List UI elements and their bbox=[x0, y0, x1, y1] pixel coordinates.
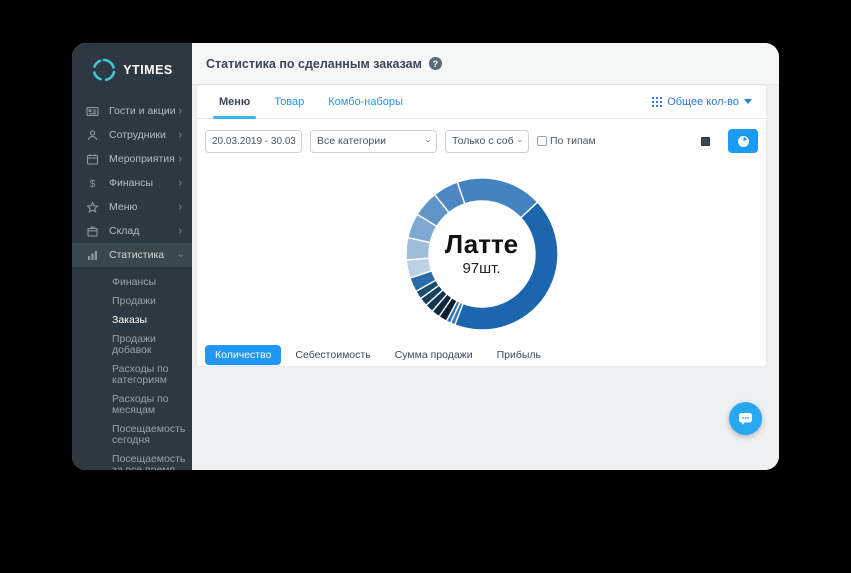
filter-row: Все категории › Только с собой › По типа… bbox=[197, 119, 766, 162]
submenu-item-orders[interactable]: Заказы bbox=[72, 311, 192, 330]
calendar-icon bbox=[86, 153, 99, 166]
star-icon bbox=[86, 200, 99, 214]
sidebar-item-statistics[interactable]: Статистика › bbox=[72, 243, 192, 267]
sidebar-item-guests[interactable]: Гости и акции › bbox=[72, 99, 192, 123]
dollar-icon: $ bbox=[86, 177, 99, 190]
submenu-item-addon-sales[interactable]: Продажи добавок bbox=[72, 330, 192, 360]
id-card-icon bbox=[86, 105, 99, 118]
svg-text:$: $ bbox=[90, 179, 96, 190]
sidebar-item-events[interactable]: Мероприятия › bbox=[72, 147, 192, 171]
sidebar-item-label: Склад bbox=[109, 225, 140, 237]
checkbox-label: По типам bbox=[550, 135, 596, 147]
submenu-item-expenses-by-month[interactable]: Расходы по месяцам bbox=[72, 390, 192, 420]
submenu-item-attendance-all-time[interactable]: Посещаемость за все время bbox=[72, 450, 192, 471]
chevron-down-icon: › bbox=[174, 253, 187, 257]
sidebar-item-label: Мероприятия bbox=[109, 153, 175, 165]
grid-icon bbox=[652, 96, 663, 107]
chevron-right-icon: › bbox=[178, 104, 182, 117]
box-icon bbox=[86, 225, 99, 238]
serving-type-select[interactable]: Только с собой › bbox=[445, 129, 529, 153]
chat-button[interactable] bbox=[729, 402, 762, 435]
donut-segment[interactable] bbox=[455, 177, 539, 219]
metric-tab-cost[interactable]: Себестоимость bbox=[285, 345, 380, 365]
sidebar-item-finance[interactable]: $ Финансы › bbox=[72, 171, 192, 195]
category-select[interactable]: Все категории › bbox=[310, 129, 437, 153]
chevron-down-icon: › bbox=[423, 139, 434, 143]
donut-segment[interactable] bbox=[453, 201, 559, 331]
submenu-item-sales[interactable]: Продажи bbox=[72, 292, 192, 311]
submenu-item-expenses-by-category[interactable]: Расходы по категориям bbox=[72, 360, 192, 390]
total-count-label: Общее кол-во bbox=[667, 95, 739, 108]
app-window: YTIMES Гости и акции › Сотрудники › Меро… bbox=[72, 43, 779, 470]
chevron-right-icon: › bbox=[178, 224, 182, 237]
submenu-item-finance[interactable]: Финансы bbox=[72, 273, 192, 292]
submenu-item-attendance-today[interactable]: Посещаемость сегодня bbox=[72, 420, 192, 450]
checkbox-icon bbox=[537, 136, 547, 146]
metric-tabs: Количество Себестоимость Сумма продажи П… bbox=[197, 339, 766, 365]
person-icon bbox=[86, 129, 99, 142]
tab-menu[interactable]: Меню bbox=[207, 85, 262, 119]
main-area: Статистика по сделанным заказам ? Меню Т… bbox=[192, 43, 779, 470]
caret-down-icon bbox=[744, 99, 752, 104]
donut-chart: Латте 97шт. bbox=[197, 169, 766, 339]
bar-chart-icon bbox=[86, 249, 99, 262]
sidebar-item-employees[interactable]: Сотрудники › bbox=[72, 123, 192, 147]
sidebar-item-label: Сотрудники bbox=[109, 129, 166, 141]
sidebar-item-label: Меню bbox=[109, 201, 138, 213]
statistics-submenu: Финансы Продажи Заказы Продажи добавок Р… bbox=[72, 267, 192, 471]
logo: YTIMES bbox=[72, 43, 192, 99]
sidebar: YTIMES Гости и акции › Сотрудники › Меро… bbox=[72, 43, 192, 470]
sidebar-item-menu[interactable]: Меню › bbox=[72, 195, 192, 219]
chevron-right-icon: › bbox=[178, 152, 182, 165]
by-types-checkbox[interactable]: По типам bbox=[537, 135, 596, 147]
date-range-input[interactable] bbox=[205, 129, 302, 153]
help-icon[interactable]: ? bbox=[428, 57, 442, 70]
metric-tab-sales-sum[interactable]: Сумма продажи bbox=[385, 345, 483, 365]
content-area: Меню Товар Комбо-наборы Общее кол-во Все… bbox=[192, 85, 779, 470]
chat-bubble-icon bbox=[739, 413, 752, 425]
sidebar-item-label: Статистика bbox=[109, 249, 165, 261]
statistics-card: Меню Товар Комбо-наборы Общее кол-во Все… bbox=[197, 85, 766, 366]
tab-product[interactable]: Товар bbox=[262, 85, 316, 118]
sidebar-item-label: Финансы bbox=[109, 177, 154, 189]
chevron-down-icon: › bbox=[515, 139, 526, 143]
pie-clock-icon bbox=[737, 135, 749, 147]
chevron-right-icon: › bbox=[178, 200, 182, 213]
logo-text: YTIMES bbox=[123, 63, 173, 77]
page-title: Статистика по сделанным заказам bbox=[206, 56, 422, 71]
tab-combo[interactable]: Комбо-наборы bbox=[316, 85, 415, 118]
sidebar-item-warehouse[interactable]: Склад › bbox=[72, 219, 192, 243]
chevron-right-icon: › bbox=[178, 128, 182, 141]
ytimes-logo-icon bbox=[93, 58, 116, 82]
page-header: Статистика по сделанным заказам ? bbox=[192, 43, 779, 85]
chevron-right-icon: › bbox=[178, 176, 182, 189]
total-count-switcher[interactable]: Общее кол-во bbox=[652, 85, 756, 118]
metric-tab-quantity[interactable]: Количество bbox=[205, 345, 282, 365]
refresh-button[interactable] bbox=[728, 129, 758, 153]
mini-panel-icon[interactable] bbox=[701, 136, 710, 146]
sidebar-item-label: Гости и акции bbox=[109, 105, 176, 117]
tab-row: Меню Товар Комбо-наборы Общее кол-во bbox=[197, 85, 766, 119]
sidebar-nav: Гости и акции › Сотрудники › Мероприятия… bbox=[72, 99, 192, 470]
metric-tab-profit[interactable]: Прибыль bbox=[487, 345, 551, 365]
